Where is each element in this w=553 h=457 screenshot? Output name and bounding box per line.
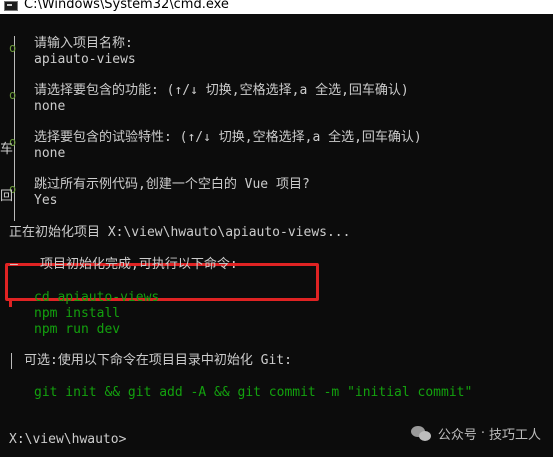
- git-hint: 可选:使用以下命令在项目目录中初始化 Git:: [24, 353, 292, 368]
- prompt-question: 请选择要包含的功能: (↑/↓ 切换,空格选择,a 全选,回车确认): [34, 83, 409, 98]
- prompt-bullet: o: [9, 41, 17, 55]
- title-bar[interactable]: C:\Windows\System32\cmd.exe: [0, 0, 553, 14]
- prompt-question: 选择要包含的试验特性: (↑/↓ 切换,空格选择,a 全选,回车确认): [34, 130, 422, 145]
- wrapped-char: 回: [0, 189, 14, 204]
- console-output[interactable]: o 请输入项目名称: apiauto-views o 请选择要包含的功能: (↑…: [0, 14, 553, 457]
- wrapped-char: 车: [0, 142, 14, 157]
- prompt-bullet: o: [9, 88, 17, 102]
- watermark-source: 公众号: [437, 428, 477, 443]
- window-title: C:\Windows\System32\cmd.exe: [24, 0, 229, 12]
- done-bullet: —: [10, 257, 18, 272]
- watermark-name: 技巧工人: [488, 428, 541, 443]
- prompt-question: 请输入项目名称:: [34, 36, 133, 51]
- wechat-icon: [410, 425, 433, 442]
- done-message: 项目初始化完成,可执行以下命令:: [40, 257, 238, 272]
- prompt-answer: apiauto-views: [34, 52, 136, 67]
- cmd-app-icon: [4, 1, 18, 11]
- prompt-answer: none: [34, 99, 66, 114]
- prompt-question: 跳过所有示例代码,创建一个空白的 Vue 项目?: [34, 177, 310, 192]
- watermark: 公众号 · 技巧工人: [410, 424, 541, 443]
- watermark-separator: ·: [480, 426, 485, 441]
- git-command: git init && git add -A && git commit -m …: [34, 385, 473, 400]
- hint-guide-line: [11, 353, 12, 369]
- prompt-answer: Yes: [34, 193, 58, 208]
- shell-prompt: X:\view\hwauto>: [9, 432, 127, 447]
- command-line: npm run dev: [34, 322, 121, 337]
- red-mark: [9, 300, 12, 307]
- command-line: cd apiauto-views: [34, 290, 160, 305]
- command-line: npm install: [34, 306, 121, 321]
- init-status-line: 正在初始化项目 X:\view\hwauto\apiauto-views...: [9, 225, 351, 240]
- prompt-answer: none: [34, 146, 66, 161]
